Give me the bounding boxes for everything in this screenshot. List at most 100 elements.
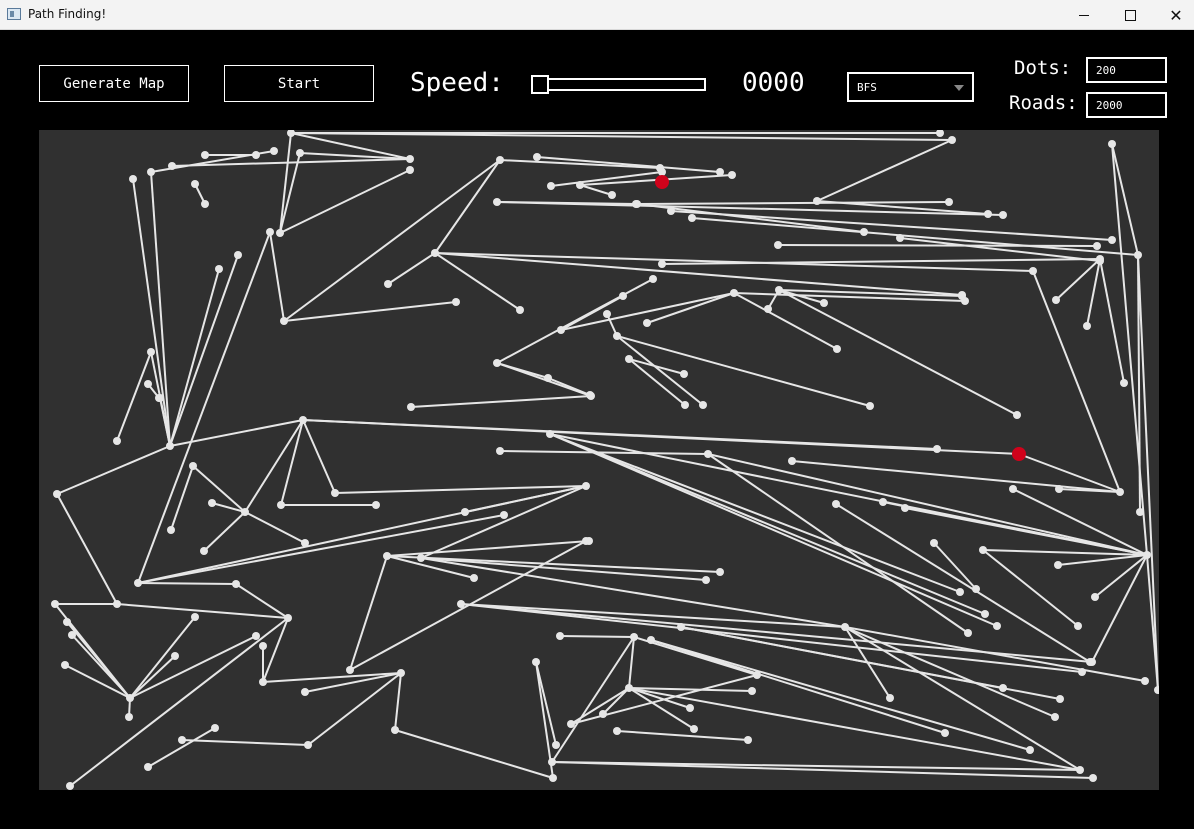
road [129, 616, 196, 699]
road [302, 419, 938, 450]
road [777, 244, 1098, 247]
map-dot [964, 629, 972, 637]
map-dot [234, 251, 242, 259]
map-dot [879, 498, 887, 506]
map-dot [1083, 322, 1091, 330]
road [1032, 270, 1121, 493]
road [636, 201, 950, 205]
map-dot [677, 623, 685, 631]
map-dot [958, 292, 966, 300]
map-dot [667, 207, 675, 215]
map-dot [284, 614, 292, 622]
road [71, 634, 131, 699]
speed-slider[interactable] [531, 78, 706, 91]
map-dot [397, 669, 405, 677]
map-dot [383, 552, 391, 560]
speed-label: Speed: [410, 68, 504, 98]
road [386, 540, 590, 557]
map-dot [748, 687, 756, 695]
road [434, 252, 963, 296]
map-dot [496, 447, 504, 455]
map-dot [516, 306, 524, 314]
end-node [1012, 447, 1026, 461]
map-dot [728, 171, 736, 179]
roads-input[interactable]: 2000 [1086, 92, 1167, 118]
map-dot [999, 684, 1007, 692]
road [129, 635, 257, 699]
map-dot [1120, 379, 1128, 387]
map-dot [941, 729, 949, 737]
map-dot [201, 151, 209, 159]
map-canvas[interactable] [39, 130, 1159, 790]
maximize-button[interactable] [1107, 0, 1153, 30]
speed-slider-thumb[interactable] [531, 75, 549, 94]
road [551, 761, 1094, 779]
road [496, 278, 654, 364]
map-dot [613, 727, 621, 735]
map-dot [544, 374, 552, 382]
map-dot [391, 726, 399, 734]
road [170, 465, 194, 531]
map-dot [493, 359, 501, 367]
map-dot [304, 741, 312, 749]
map-dot [690, 725, 698, 733]
map-dot [1141, 677, 1149, 685]
map-dot [167, 526, 175, 534]
map-dot [144, 380, 152, 388]
road [279, 152, 301, 234]
road [169, 254, 239, 447]
start-node [655, 175, 669, 189]
road [434, 252, 521, 311]
map-dot [1154, 686, 1159, 694]
road [499, 450, 709, 455]
road [791, 460, 1121, 493]
map-dot [457, 600, 465, 608]
map-dot [981, 610, 989, 618]
map-dot [649, 275, 657, 283]
map-dot [301, 688, 309, 696]
road [137, 514, 505, 584]
road [579, 184, 613, 196]
map-dot [171, 652, 179, 660]
map-dot [533, 153, 541, 161]
road [302, 419, 336, 494]
app-icon [7, 8, 21, 20]
start-button[interactable]: Start [224, 65, 374, 102]
map-dot [53, 490, 61, 498]
map-dot [1136, 508, 1144, 516]
map-dot [384, 280, 392, 288]
road [129, 655, 176, 699]
minimize-button[interactable] [1061, 0, 1107, 30]
map-dot [1143, 551, 1151, 559]
road [616, 335, 704, 406]
road [1057, 554, 1148, 566]
road [434, 159, 501, 254]
map-dot [461, 508, 469, 516]
close-button[interactable]: ✕ [1153, 0, 1194, 30]
road [283, 301, 457, 322]
map-dot [125, 713, 133, 721]
road [334, 485, 587, 494]
road [549, 433, 961, 593]
map-dot [548, 758, 556, 766]
generate-map-button[interactable]: Generate Map [39, 65, 189, 102]
map-dot [129, 175, 137, 183]
road [536, 156, 721, 173]
road [137, 582, 237, 585]
map-dot [1108, 140, 1116, 148]
map-dot [1074, 622, 1082, 630]
map-dot [1134, 251, 1142, 259]
map-dot [1051, 713, 1059, 721]
map-dot [417, 554, 425, 562]
map-dot [841, 623, 849, 631]
map-dot [259, 678, 267, 686]
map-dot [647, 636, 655, 644]
road [235, 583, 289, 619]
dots-input[interactable]: 200 [1086, 57, 1167, 83]
map-dot [51, 600, 59, 608]
map-dot [681, 401, 689, 409]
map-dot [252, 632, 260, 640]
map-dot [704, 450, 712, 458]
algorithm-select[interactable]: BFS [847, 72, 974, 102]
map-dot [972, 585, 980, 593]
